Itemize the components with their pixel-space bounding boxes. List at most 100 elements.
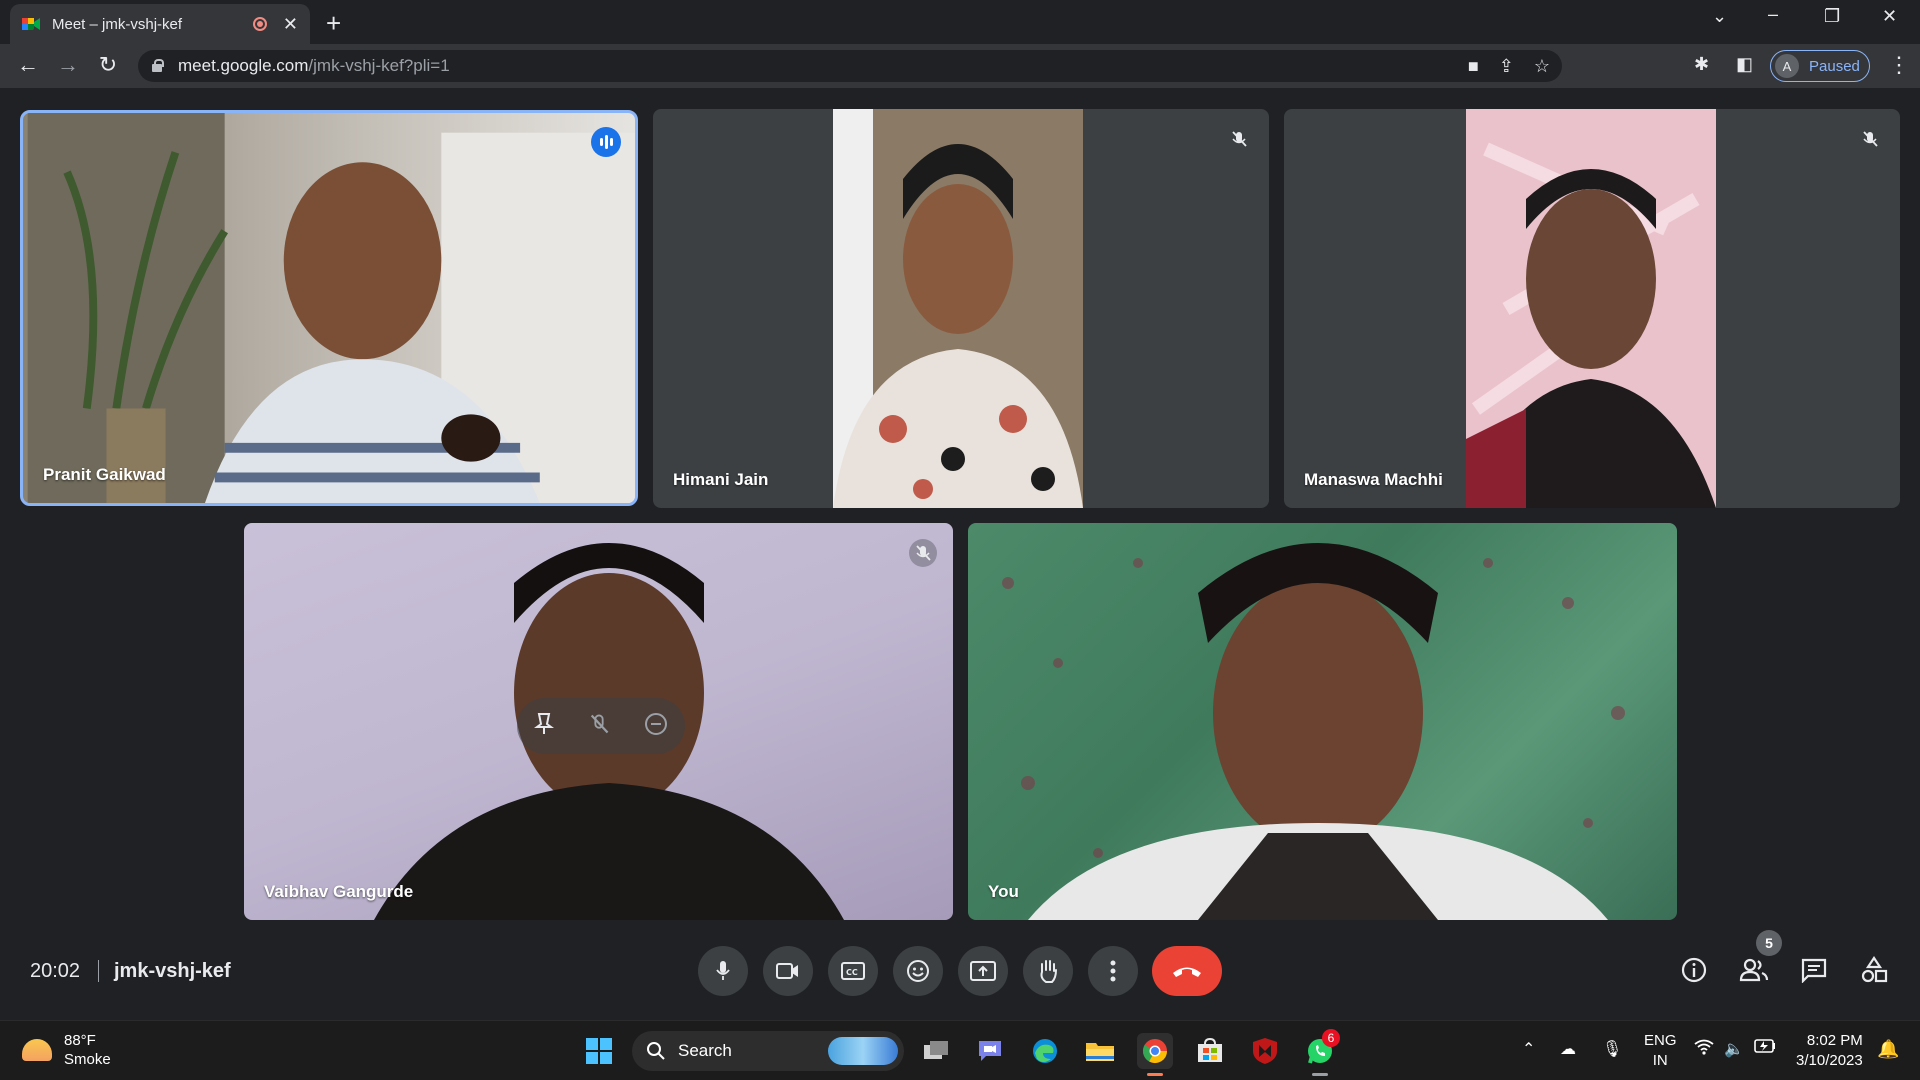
input-language-indicator[interactable]: ENG IN xyxy=(1644,1031,1677,1071)
volume-icon[interactable]: 🔈 xyxy=(1724,1039,1744,1059)
notifications-bell-icon[interactable]: 🔔 xyxy=(1877,1039,1899,1060)
clock-date: 3/10/2023 xyxy=(1796,1052,1863,1069)
windows-taskbar: 88°F Smoke Search 6 ⌃ ☁ 🎙 ENG IN 🔈 8:02 … xyxy=(0,1020,1920,1080)
battery-charging-icon[interactable] xyxy=(1754,1039,1776,1058)
mic-off-icon xyxy=(1225,125,1253,153)
participant-tile-vaibhav[interactable]: Vaibhav Gangurde xyxy=(244,523,953,920)
task-view-icon xyxy=(924,1041,948,1059)
captions-button[interactable]: CC xyxy=(828,946,878,996)
taskbar-clock[interactable]: 8:02 PM 3/10/2023 xyxy=(1796,1031,1863,1071)
address-bar[interactable]: meet.google.com/jmk-vshj-kef?pli=1 ■ ⇪ ☆ xyxy=(138,50,1562,82)
browser-toolbar: ← → ↻ meet.google.com/jmk-vshj-kef?pli=1… xyxy=(0,44,1920,88)
raise-hand-button[interactable] xyxy=(1023,946,1073,996)
microphone-button[interactable] xyxy=(698,946,748,996)
present-screen-button[interactable] xyxy=(958,946,1008,996)
more-vertical-icon xyxy=(1110,960,1116,982)
windows-logo-icon xyxy=(586,1038,612,1064)
onedrive-warning-icon[interactable]: ☁ xyxy=(1560,1039,1576,1059)
hang-up-icon xyxy=(1173,967,1201,977)
svg-text:CC: CC xyxy=(846,968,858,977)
reload-button[interactable]: ↻ xyxy=(94,52,122,78)
meeting-details-button[interactable] xyxy=(1676,952,1712,988)
microphone-tray-icon[interactable]: 🎙 xyxy=(1602,1039,1622,1059)
chrome-button[interactable] xyxy=(1137,1033,1173,1069)
remove-participant-icon[interactable] xyxy=(644,712,668,741)
minimize-button[interactable]: – xyxy=(1768,4,1778,25)
search-highlight-art xyxy=(828,1037,898,1065)
active-app-indicator xyxy=(1147,1073,1163,1076)
new-tab-button[interactable]: + xyxy=(326,8,341,39)
browser-menu-icon[interactable]: ⋮ xyxy=(1888,52,1910,78)
people-button[interactable] xyxy=(1736,952,1772,988)
participant-tile-self[interactable]: You xyxy=(968,523,1677,920)
camera-icon xyxy=(776,963,798,979)
meeting-clock: 20:02 xyxy=(30,960,81,982)
tab-close-button[interactable]: ✕ xyxy=(283,14,298,35)
region-code: IN xyxy=(1652,1052,1668,1069)
people-icon xyxy=(1739,958,1769,982)
meeting-controls-bar: 20:02 jmk-vshj-kef CC 5 xyxy=(0,930,1920,1018)
participant-tile-himani[interactable]: Himani Jain xyxy=(653,109,1269,508)
profile-button[interactable]: A Paused xyxy=(1770,50,1870,82)
mcafee-button[interactable] xyxy=(1247,1033,1283,1069)
more-options-button[interactable] xyxy=(1088,946,1138,996)
teams-chat-icon xyxy=(979,1041,1001,1061)
mute-participant-icon[interactable] xyxy=(588,713,610,740)
side-panel-icon[interactable]: ◧ xyxy=(1736,54,1753,75)
tab-title: Meet – jmk-vshj-kef xyxy=(52,15,183,33)
meet-favicon-icon xyxy=(22,16,40,32)
store-button[interactable] xyxy=(1192,1033,1228,1069)
weather-temperature: 88°F xyxy=(64,1032,96,1049)
show-hidden-icons-chevron-icon[interactable]: ⌃ xyxy=(1522,1039,1535,1059)
bookmark-star-icon[interactable]: ☆ xyxy=(1534,56,1550,77)
store-icon xyxy=(1198,1038,1222,1062)
search-icon xyxy=(647,1042,665,1060)
extensions-puzzle-icon[interactable]: ✱ xyxy=(1694,54,1709,75)
folder-icon xyxy=(1086,1043,1114,1061)
captions-icon: CC xyxy=(841,962,865,980)
participant-name: Pranit Gaikwad xyxy=(43,465,166,484)
participant-name: Manaswa Machhi xyxy=(1304,470,1443,489)
present-icon xyxy=(970,961,996,981)
search-label: Search xyxy=(678,1041,732,1060)
restore-button[interactable]: ❐ xyxy=(1824,6,1840,27)
taskbar-search[interactable]: Search xyxy=(632,1031,904,1071)
tab-search-chevron-icon[interactable]: ⌄ xyxy=(1712,6,1727,27)
camera-in-use-icon[interactable]: ■ xyxy=(1468,56,1479,77)
file-explorer-button[interactable] xyxy=(1082,1033,1118,1069)
reactions-button[interactable] xyxy=(893,946,943,996)
app-open-indicator xyxy=(1312,1073,1328,1076)
url-host: meet.google.com xyxy=(178,56,309,75)
profile-status: Paused xyxy=(1809,57,1860,75)
edge-button[interactable] xyxy=(1027,1033,1063,1069)
chat-icon xyxy=(1801,958,1827,983)
close-window-button[interactable]: ✕ xyxy=(1882,6,1897,27)
leave-call-button[interactable] xyxy=(1152,946,1222,996)
chrome-icon xyxy=(1142,1039,1167,1064)
back-button[interactable]: ← xyxy=(14,52,42,78)
start-button[interactable] xyxy=(581,1033,617,1069)
weather-widget[interactable]: 88°F Smoke xyxy=(22,1031,111,1069)
tab-meet[interactable]: Meet – jmk-vshj-kef ✕ xyxy=(10,4,310,44)
share-icon[interactable]: ⇪ xyxy=(1499,56,1514,77)
info-icon xyxy=(1681,957,1707,983)
teams-chat-button[interactable] xyxy=(972,1033,1008,1069)
wifi-icon[interactable] xyxy=(1694,1039,1714,1060)
chat-button[interactable] xyxy=(1796,952,1832,988)
task-view-button[interactable] xyxy=(918,1033,954,1069)
participant-tile-pranit[interactable]: Pranit Gaikwad xyxy=(20,110,638,506)
participant-tile-manaswa[interactable]: Manaswa Machhi xyxy=(1284,109,1900,508)
camera-button[interactable] xyxy=(763,946,813,996)
divider xyxy=(98,960,99,982)
pin-icon[interactable] xyxy=(534,712,554,741)
edge-icon xyxy=(1033,1039,1057,1063)
participant-video xyxy=(1466,109,1716,508)
speaking-indicator-icon xyxy=(591,127,621,157)
meeting-code: jmk-vshj-kef xyxy=(114,960,231,982)
hand-icon xyxy=(1040,960,1057,983)
url-path: /jmk-vshj-kef?pli=1 xyxy=(308,56,450,75)
activities-button[interactable] xyxy=(1856,952,1892,988)
mic-off-icon xyxy=(909,539,937,567)
participant-video xyxy=(833,109,1083,508)
forward-button[interactable]: → xyxy=(54,52,82,78)
